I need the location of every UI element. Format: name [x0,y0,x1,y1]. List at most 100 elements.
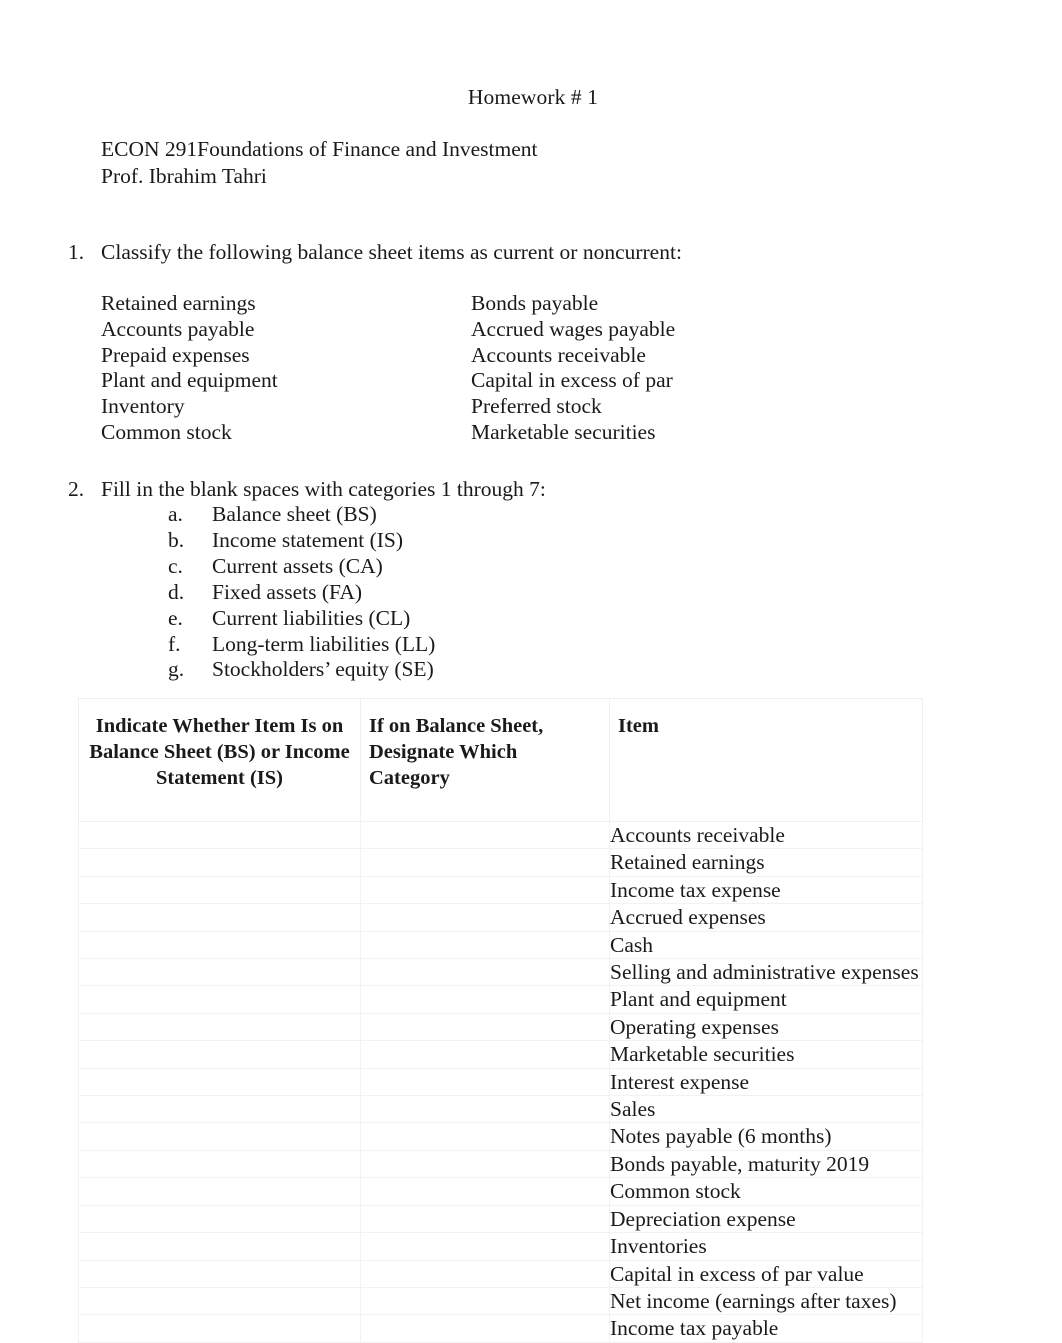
table-row: Operating expenses [78,1012,923,1042]
list-item: Marketable securities [471,419,656,444]
table-row: Plant and equipment [78,985,923,1014]
cell-category[interactable] [360,1286,610,1316]
classification-table-wrapper: Indicate Whether Item Is on Balance Shee… [78,698,923,1343]
page-title: Homework # 1 [467,85,599,109]
cell-bs-or-is[interactable] [78,1177,361,1206]
cell-bs-or-is[interactable] [78,1012,361,1042]
item-column-right: Bonds payable Accrued wages payable Acco… [471,291,881,446]
list-item-marker: c. [168,553,183,578]
cell-item: Accounts receivable [609,820,923,850]
column-header-category: If on Balance Sheet, Designate Which Cat… [360,698,610,822]
cell-bs-or-is[interactable] [78,1067,361,1097]
table-row: Income tax expense [78,875,923,905]
cell-category[interactable] [360,930,610,960]
column-header-item: Item [609,698,923,822]
classification-table: Indicate Whether Item Is on Balance Shee… [78,698,923,1343]
list-item: c. Current assets (CA) [168,554,435,580]
cell-bs-or-is[interactable] [78,820,361,850]
cell-item: Interest expense [609,1067,923,1097]
list-item: g. Stockholders’ equity (SE) [168,657,435,683]
question-2-prompt: Fill in the blank spaces with categories… [101,477,546,501]
cell-bs-or-is[interactable] [78,930,361,960]
course-header: ECON 291Foundations of Finance and Inves… [101,136,538,190]
list-item-marker: d. [168,579,185,604]
list-item-label: Fixed assets (FA) [212,579,363,604]
cell-bs-or-is[interactable] [78,875,361,905]
table-row: Sales [78,1095,923,1124]
table-row: Accounts receivable [78,820,923,850]
list-item: Capital in excess of par [471,368,673,393]
cell-category[interactable] [360,1040,610,1069]
cell-category[interactable] [360,1095,610,1124]
cell-category[interactable] [360,848,610,877]
cell-bs-or-is[interactable] [78,1314,361,1343]
instructor-line: Prof. Ibrahim Tahri [101,164,267,188]
cell-bs-or-is[interactable] [78,848,361,877]
cell-bs-or-is[interactable] [78,985,361,1014]
list-item-marker: g. [168,657,185,682]
cell-bs-or-is[interactable] [78,1095,361,1124]
cell-bs-or-is[interactable] [78,1259,361,1288]
question-2-row: 2. Fill in the blank spaces with categor… [68,476,546,503]
question-2-marker: 2. [68,477,85,501]
cell-item: Sales [609,1095,923,1124]
list-item-label: Income statement (IS) [212,527,404,552]
course-name-line: ECON 291Foundations of Finance and Inves… [101,137,538,161]
cell-category[interactable] [360,985,610,1014]
cell-item: Capital in excess of par value [609,1259,923,1288]
list-item: d. Fixed assets (FA) [168,580,435,606]
table-row: Common stock [78,1177,923,1206]
cell-item: Inventories [609,1232,923,1261]
cell-bs-or-is[interactable] [78,1149,361,1179]
cell-item: Common stock [609,1177,923,1206]
cell-item: Retained earnings [609,848,923,877]
cell-bs-or-is[interactable] [78,1122,361,1151]
category-legend-list: a. Balance sheet (BS) b. Income statemen… [168,502,435,683]
list-item-label: Current assets (CA) [212,553,383,578]
cell-category[interactable] [360,958,610,987]
question-1-prompt: Classify the following balance sheet ite… [101,240,682,264]
list-item: Inventory [101,394,185,419]
cell-item: Notes payable (6 months) [609,1122,923,1151]
cell-category[interactable] [360,1204,610,1234]
question-1-marker: 1. [68,240,85,264]
table-row: Cash [78,930,923,960]
list-item: e. Current liabilities (CL) [168,606,435,632]
list-item: Prepaid expenses [101,342,250,367]
cell-bs-or-is[interactable] [78,1232,361,1261]
cell-category[interactable] [360,820,610,850]
cell-category[interactable] [360,1122,610,1151]
cell-item: Net income (earnings after taxes) [609,1286,923,1316]
table-row: Net income (earnings after taxes) [78,1286,923,1316]
table-header-row: Indicate Whether Item Is on Balance Shee… [78,698,923,822]
cell-category[interactable] [360,1259,610,1288]
list-item: a. Balance sheet (BS) [168,502,435,528]
cell-bs-or-is[interactable] [78,1204,361,1234]
cell-category[interactable] [360,1177,610,1206]
cell-bs-or-is[interactable] [78,958,361,987]
cell-category[interactable] [360,1149,610,1179]
cell-item: Accrued expenses [609,903,923,932]
list-item-marker: f. [168,631,181,656]
table-row: Inventories [78,1232,923,1261]
cell-item: Marketable securities [609,1040,923,1069]
list-item: Accounts receivable [471,342,646,367]
cell-item: Depreciation expense [609,1204,923,1234]
list-item-label: Stockholders’ equity (SE) [212,657,434,682]
cell-category[interactable] [360,1067,610,1097]
cell-bs-or-is[interactable] [78,903,361,932]
list-item-label: Current liabilities (CL) [212,605,411,630]
list-item: Retained earnings [101,291,256,315]
cell-category[interactable] [360,1012,610,1042]
cell-item: Bonds payable, maturity 2019 [609,1149,923,1179]
list-item-marker: b. [168,527,185,552]
cell-category[interactable] [360,875,610,905]
cell-category[interactable] [360,1314,610,1343]
cell-bs-or-is[interactable] [78,1286,361,1316]
cell-category[interactable] [360,903,610,932]
cell-category[interactable] [360,1232,610,1261]
column-header-bs-or-is: Indicate Whether Item Is on Balance Shee… [78,698,361,822]
list-item-label: Balance sheet (BS) [212,502,377,526]
cell-item: Income tax expense [609,875,923,905]
cell-bs-or-is[interactable] [78,1040,361,1069]
